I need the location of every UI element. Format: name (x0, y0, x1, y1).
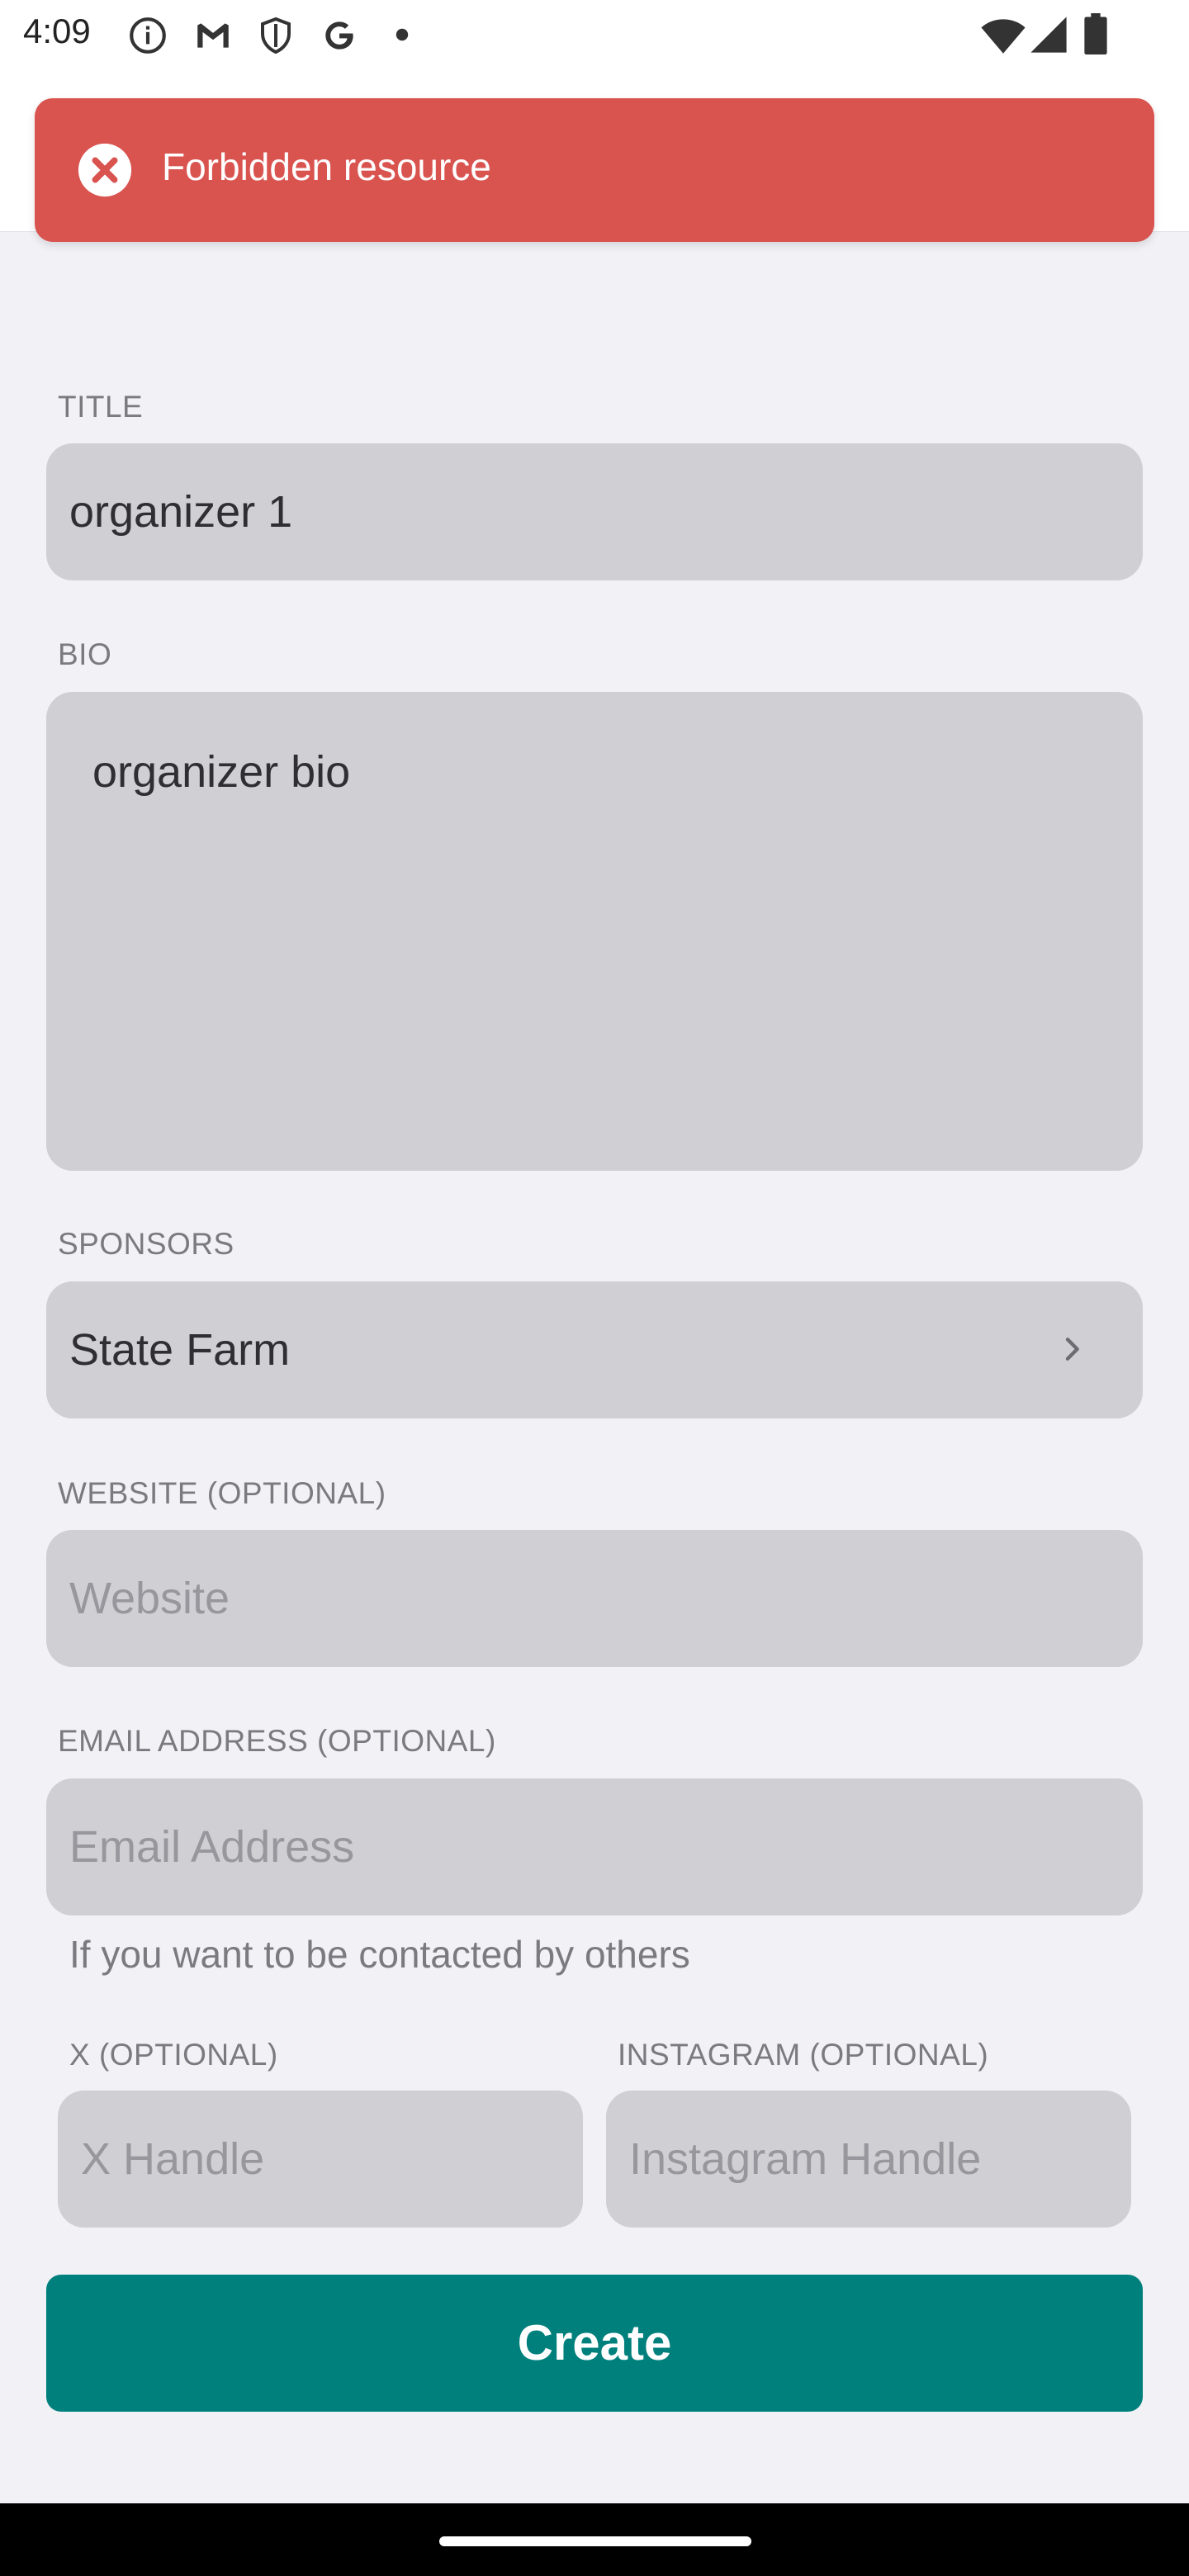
title-value: organizer 1 (69, 487, 293, 537)
close-circle-icon[interactable] (76, 141, 134, 199)
wifi-icon (981, 19, 1026, 54)
bio-textarea[interactable]: organizer bio (46, 692, 1143, 1171)
sponsors-value: State Farm (69, 1325, 291, 1375)
error-toast[interactable]: Forbidden resource (35, 98, 1154, 242)
create-button[interactable]: Create (46, 2275, 1143, 2412)
x-label: X (OPTIONAL) (69, 2038, 278, 2072)
shield-icon (261, 17, 291, 54)
system-nav-bar (0, 2503, 1189, 2576)
gmail-icon (197, 23, 229, 48)
website-placeholder: Website (69, 1574, 230, 1623)
sponsors-select[interactable]: State Farm (46, 1281, 1143, 1418)
google-icon (325, 21, 353, 50)
status-bar: 4:09 (0, 0, 1189, 69)
email-field[interactable]: Email Address (46, 1778, 1143, 1915)
email-label: EMAIL ADDRESS (OPTIONAL) (58, 1724, 496, 1758)
toast-message: Forbidden resource (162, 145, 491, 188)
website-input[interactable]: Website (46, 1530, 1143, 1667)
title-label: TITLE (58, 390, 144, 424)
instagram-label: INSTAGRAM (OPTIONAL) (618, 2038, 989, 2072)
sponsors-label: SPONSORS (58, 1227, 234, 1261)
email-helper-text: If you want to be contacted by others (69, 1933, 690, 1976)
home-gesture-handle[interactable] (439, 2536, 751, 2546)
dot-icon (396, 28, 409, 41)
cell-signal-icon (1030, 17, 1067, 53)
bio-value: organizer bio (92, 747, 351, 797)
create-button-label: Create (517, 2315, 672, 2370)
battery-icon (1084, 13, 1107, 54)
bio-label: BIO (58, 637, 112, 671)
chevron-right-icon (1065, 1338, 1079, 1361)
email-placeholder: Email Address (69, 1822, 355, 1872)
instagram-placeholder: Instagram Handle (629, 2134, 982, 2184)
website-label: WEBSITE (OPTIONAL) (58, 1476, 386, 1510)
info-circle-icon (130, 17, 166, 54)
x-handle-input[interactable]: X Handle (58, 2091, 583, 2228)
x-placeholder: X Handle (81, 2134, 265, 2184)
instagram-handle-input[interactable]: Instagram Handle (606, 2091, 1131, 2228)
title-input[interactable]: organizer 1 (46, 443, 1143, 580)
status-time: 4:09 (23, 12, 91, 50)
